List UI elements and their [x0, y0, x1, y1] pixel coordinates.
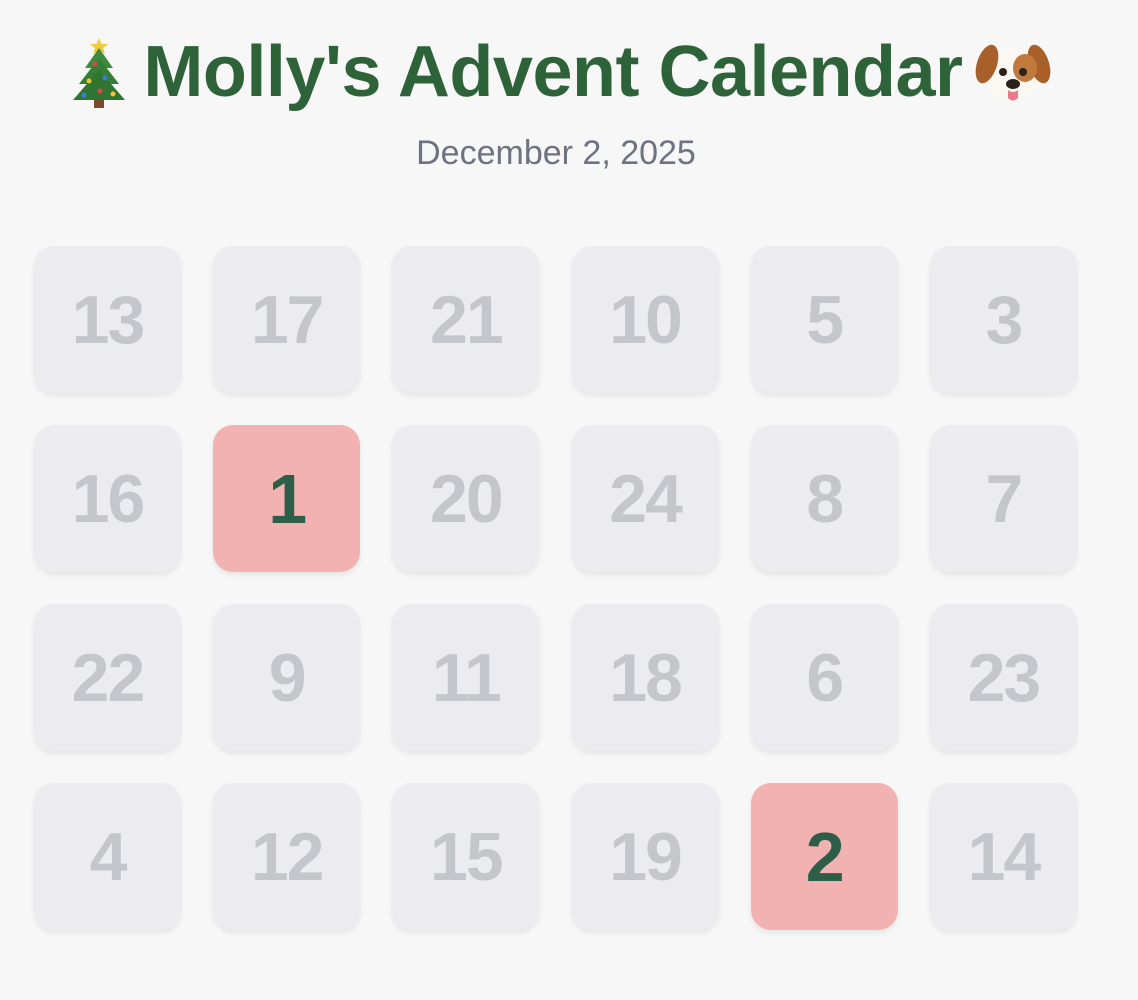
calendar-door[interactable]: 12 — [213, 783, 361, 930]
calendar-door[interactable]: 15 — [392, 783, 540, 930]
calendar-door[interactable]: 11 — [392, 604, 540, 751]
door-grid: 13 17 21 10 5 3 16 1 20 24 8 7 22 9 11 18 6 23 4 12 15 19 2 14 — [34, 246, 1077, 930]
calendar-door[interactable]: 19 — [571, 783, 719, 930]
calendar-door[interactable]: 5 — [750, 246, 898, 393]
current-date: December 2, 2025 — [416, 134, 696, 172]
page-title: Molly's Advent Calendar — [143, 32, 963, 112]
calendar-door[interactable]: 9 — [213, 604, 361, 751]
calendar-door[interactable]: 22 — [34, 604, 181, 751]
calendar-door[interactable]: 13 — [34, 246, 181, 393]
calendar-door[interactable]: 4 — [34, 783, 181, 930]
calendar-door[interactable]: 16 — [34, 425, 181, 572]
calendar-door[interactable]: 3 — [929, 246, 1077, 393]
calendar-door[interactable]: 23 — [929, 604, 1077, 751]
calendar-door[interactable]: 17 — [213, 246, 361, 393]
calendar-door[interactable]: 10 — [571, 246, 719, 393]
calendar-door-open[interactable]: 1 — [213, 425, 361, 572]
calendar-door[interactable]: 8 — [750, 425, 898, 572]
calendar-door[interactable]: 20 — [392, 425, 540, 572]
christmas-tree-icon — [73, 38, 126, 108]
advent-calendar-page: Molly's Advent Calendar December 2, 2025… — [0, 0, 1138, 1000]
calendar-door[interactable]: 7 — [929, 425, 1077, 572]
calendar-door[interactable]: 21 — [392, 246, 540, 393]
calendar-door-open[interactable]: 2 — [750, 783, 898, 930]
header: Molly's Advent Calendar — [0, 22, 1118, 122]
calendar-door[interactable]: 6 — [750, 604, 898, 751]
calendar-door[interactable]: 14 — [929, 783, 1077, 930]
dog-face-icon — [975, 44, 1050, 101]
calendar-door[interactable]: 18 — [571, 604, 719, 751]
calendar-door[interactable]: 24 — [571, 425, 719, 572]
